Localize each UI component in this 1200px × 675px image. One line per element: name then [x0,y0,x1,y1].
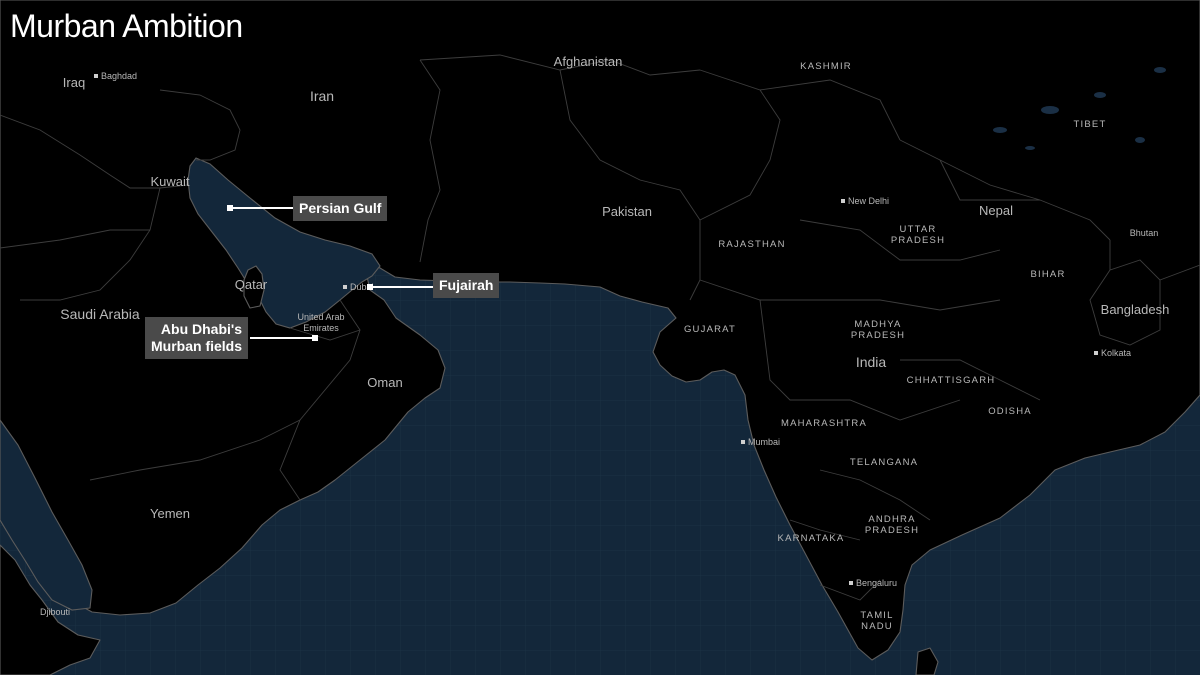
label-chhattisgarh: CHHATTISGARH [907,375,996,386]
label-bengaluru: Bengaluru [856,578,897,588]
label-rajasthan: RAJASTHAN [718,239,785,250]
label-odisha: ODISHA [988,406,1032,417]
label-tamil-nadu-1: TAMIL [860,610,893,621]
label-maharashtra: MAHARASHTRA [781,418,867,429]
label-nepal: Nepal [979,203,1013,218]
city-baghdad: Baghdad [94,71,137,81]
label-saudi-arabia: Saudi Arabia [60,306,140,322]
label-uae-line2: Emirates [303,323,339,333]
label-bihar: BIHAR [1030,269,1065,280]
callout-murban-line2: Murban fields [151,338,243,354]
label-new-delhi: New Delhi [848,196,889,206]
label-uttar-pradesh-2: PRADESH [891,235,945,246]
map-figure: Iraq Iran Afghanistan Kuwait Pakistan Sa… [0,0,1200,675]
city-new-delhi: New Delhi [841,196,889,206]
label-yemen: Yemen [150,506,190,521]
label-baghdad: Baghdad [101,71,137,81]
label-kashmir: KASHMIR [800,61,852,72]
label-djibouti: Djibouti [40,607,70,617]
label-kolkata: Kolkata [1101,348,1131,358]
label-iraq: Iraq [63,75,85,90]
callout-persian-gulf: Persian Gulf [293,196,388,221]
label-madhya-pradesh-1: MADHYA [854,319,901,330]
label-qatar: Qatar [235,277,268,292]
callout-murban-line1: Abu Dhabi's [160,321,243,337]
label-madhya-pradesh-2: PRADESH [851,330,905,341]
label-mumbai: Mumbai [748,437,780,447]
label-andhra-pradesh-2: PRADESH [865,525,919,536]
label-tibet: TIBET [1074,119,1107,130]
map-title: Murban Ambition [10,8,243,44]
city-bengaluru: Bengaluru [849,578,897,588]
callout-murban: Abu Dhabi's Murban fields [145,317,249,359]
label-gujarat: GUJARAT [684,324,736,335]
label-andhra-pradesh-1: ANDHRA [868,514,915,525]
label-tamil-nadu-2: NADU [861,621,893,632]
label-iran: Iran [310,88,334,104]
label-kuwait: Kuwait [150,174,189,189]
label-uttar-pradesh-1: UTTAR [900,224,937,235]
label-afghanistan: Afghanistan [554,54,623,69]
label-uae-line1: United Arab [297,312,344,322]
callout-fujairah: Fujairah [433,273,500,298]
label-india: India [856,354,887,370]
label-oman: Oman [367,375,402,390]
label-bhutan: Bhutan [1130,228,1159,238]
label-telangana: TELANGANA [850,457,918,468]
label-bangladesh: Bangladesh [1101,302,1170,317]
label-pakistan: Pakistan [602,204,652,219]
label-karnataka: KARNATAKA [778,533,845,544]
